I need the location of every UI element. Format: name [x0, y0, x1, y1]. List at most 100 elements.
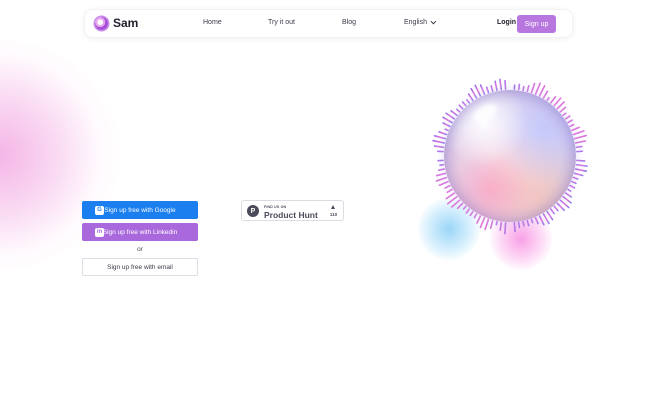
voice-orb: [426, 72, 594, 240]
email-signup-label: Sign up free with email: [107, 263, 173, 271]
login-link[interactable]: Login: [497, 19, 516, 26]
nav-link-try-it-out[interactable]: Try it out: [268, 19, 295, 26]
wave-bar: [569, 123, 575, 128]
wave-bar: [490, 85, 494, 93]
wave-bar: [450, 110, 458, 117]
google-icon: G: [95, 205, 104, 215]
wave-bar: [576, 159, 586, 162]
wave-bar: [562, 195, 572, 204]
wave-bar: [474, 84, 482, 97]
wave-bar: [446, 195, 458, 205]
top-navbar: Sam Home Try it out Blog English Login S…: [84, 9, 573, 38]
wave-bar: [530, 218, 534, 224]
wave-bar: [461, 101, 467, 107]
wave-bar: [526, 219, 530, 227]
wave-bar: [446, 188, 453, 194]
brand-name: Sam: [113, 16, 139, 30]
wave-bar: [438, 180, 449, 187]
wave-bar: [504, 222, 507, 235]
wave-bar: [499, 221, 503, 231]
language-selector[interactable]: English: [404, 18, 437, 26]
wave-bar: [513, 222, 516, 233]
wave-bar: [538, 85, 546, 97]
wave-bar: [451, 199, 461, 208]
linkedin-signup-button[interactable]: in Sign up free with Linkedin: [82, 223, 198, 241]
wave-bar: [470, 87, 478, 99]
google-signup-label: Sign up free with Google: [104, 206, 176, 214]
wave-bar: [435, 172, 447, 177]
brand-logo[interactable]: Sam: [95, 16, 138, 30]
linkedin-icon: in: [95, 227, 104, 237]
wave-bar: [489, 219, 494, 229]
wave-bar: [484, 218, 490, 231]
wave-bar: [499, 78, 503, 91]
wave-bar: [444, 184, 451, 189]
wave-bar: [559, 106, 567, 113]
wave-bar: [538, 215, 545, 226]
wave-bar: [564, 115, 571, 120]
wave-bar: [517, 221, 521, 229]
wave-bar: [445, 112, 456, 120]
signup-button[interactable]: Sign up: [517, 15, 556, 33]
wave-bar: [574, 168, 588, 172]
language-label: English: [404, 19, 427, 26]
wave-bar: [458, 104, 464, 110]
wave-bar: [569, 184, 576, 189]
wave-bar: [542, 90, 549, 99]
linkedin-signup-label: Sign up free with Linkedin: [102, 228, 178, 236]
wave-bar: [549, 96, 557, 104]
product-hunt-icon: P: [247, 205, 259, 217]
nav-link-blog[interactable]: Blog: [342, 19, 356, 26]
wave-bar: [522, 220, 525, 227]
wave-bar: [485, 86, 490, 94]
wave-bar: [473, 213, 478, 219]
wave-bar: [572, 130, 585, 136]
nav-link-home[interactable]: Home: [203, 19, 222, 26]
wave-bar: [567, 188, 572, 192]
wave-bar: [445, 192, 456, 200]
wave-bar: [542, 213, 550, 225]
wave-bar: [573, 172, 584, 177]
wave-bar: [546, 96, 550, 102]
wave-bar: [469, 210, 474, 217]
wave-bar: [456, 108, 461, 113]
wave-bar: [526, 84, 530, 93]
wave-bar: [546, 210, 554, 221]
wave-bar: [479, 217, 486, 229]
wave-bar: [553, 97, 562, 107]
wave-bar: [467, 93, 474, 102]
wave-bar: [556, 202, 565, 211]
wave-bar: [571, 180, 577, 185]
wave-bar: [432, 139, 446, 144]
wave-bar: [466, 99, 471, 104]
wave-bar: [504, 79, 507, 90]
wave-bar: [517, 83, 521, 91]
wave-bar: [572, 176, 579, 180]
wave-bar: [573, 134, 588, 140]
upvote-arrow-icon: [331, 205, 335, 209]
wave-bar: [444, 128, 449, 132]
wave-bar: [435, 176, 448, 182]
chevron-down-icon: [430, 18, 437, 24]
wave-bar: [494, 80, 498, 92]
orb-sphere: [444, 90, 576, 222]
wave-bar: [530, 82, 536, 94]
wave-bar: [433, 134, 447, 140]
wave-bar: [462, 205, 467, 210]
wave-bar: [433, 145, 445, 149]
product-hunt-caption: FIND US ON: [264, 205, 287, 209]
wave-bar: [456, 202, 464, 210]
wave-bar: [465, 208, 471, 214]
product-hunt-name: Product Hunt: [264, 209, 318, 220]
wave-bar: [522, 85, 525, 92]
wave-bar: [534, 217, 539, 225]
wave-bar: [556, 101, 565, 110]
google-signup-button[interactable]: G Sign up free with Google: [82, 201, 198, 219]
wave-bar: [559, 199, 570, 209]
wave-bar: [534, 82, 541, 95]
email-signup-button[interactable]: Sign up free with email: [82, 258, 198, 276]
product-hunt-upvotes: 110: [329, 212, 338, 217]
product-hunt-badge[interactable]: P FIND US ON Product Hunt 110: [241, 200, 344, 221]
wave-bar: [495, 220, 498, 226]
wave-bar: [575, 163, 588, 167]
